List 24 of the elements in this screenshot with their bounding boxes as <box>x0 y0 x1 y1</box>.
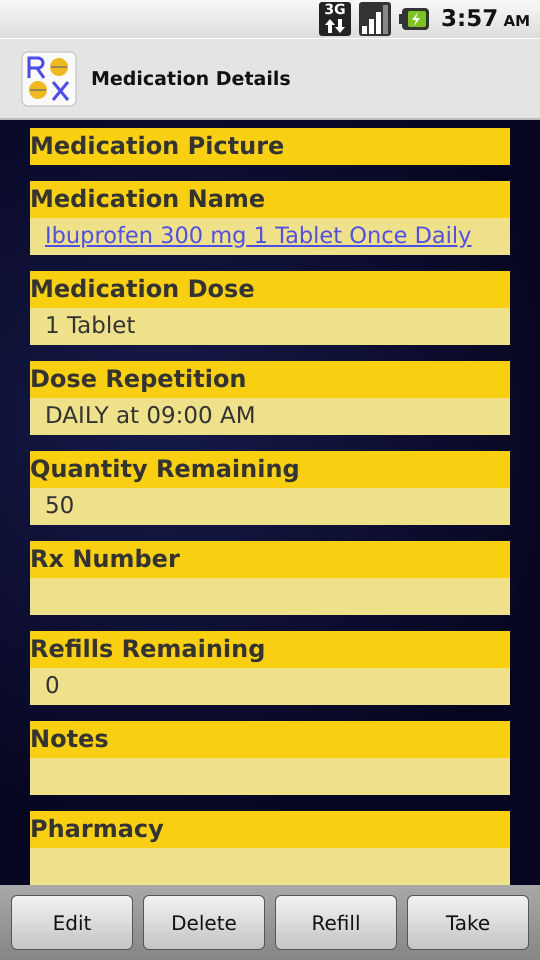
data-arrows-icon <box>324 19 346 33</box>
network-type: 3G <box>324 2 346 19</box>
field-label: Medication Name <box>30 181 510 218</box>
field-label: Quantity Remaining <box>30 451 510 488</box>
field-label: Pharmacy <box>30 811 510 848</box>
clock: 3:57 AM <box>441 6 530 32</box>
signal-icon <box>359 2 392 36</box>
action-button[interactable]: Refill <box>275 895 397 950</box>
battery-charging-icon <box>399 7 430 31</box>
field-label: Medication Picture <box>30 128 510 165</box>
field-label: Medication Dose <box>30 271 510 308</box>
field-label: Refills Remaining <box>30 631 510 668</box>
field-value: 50 <box>45 493 74 519</box>
field-label: Notes <box>30 721 510 758</box>
screen-title: Medication Details <box>91 68 291 90</box>
action-button[interactable]: Edit <box>11 895 133 950</box>
action-button[interactable]: Delete <box>143 895 265 950</box>
field-value: 0 <box>45 673 60 699</box>
field-label: Rx Number <box>30 541 510 578</box>
field-value: 1 Tablet <box>45 313 136 339</box>
field-label: Dose Repetition <box>30 361 510 398</box>
field-value: DAILY at 09:00 AM <box>45 403 256 429</box>
app-logo-icon <box>21 50 77 106</box>
action-button[interactable]: Take <box>407 895 529 950</box>
